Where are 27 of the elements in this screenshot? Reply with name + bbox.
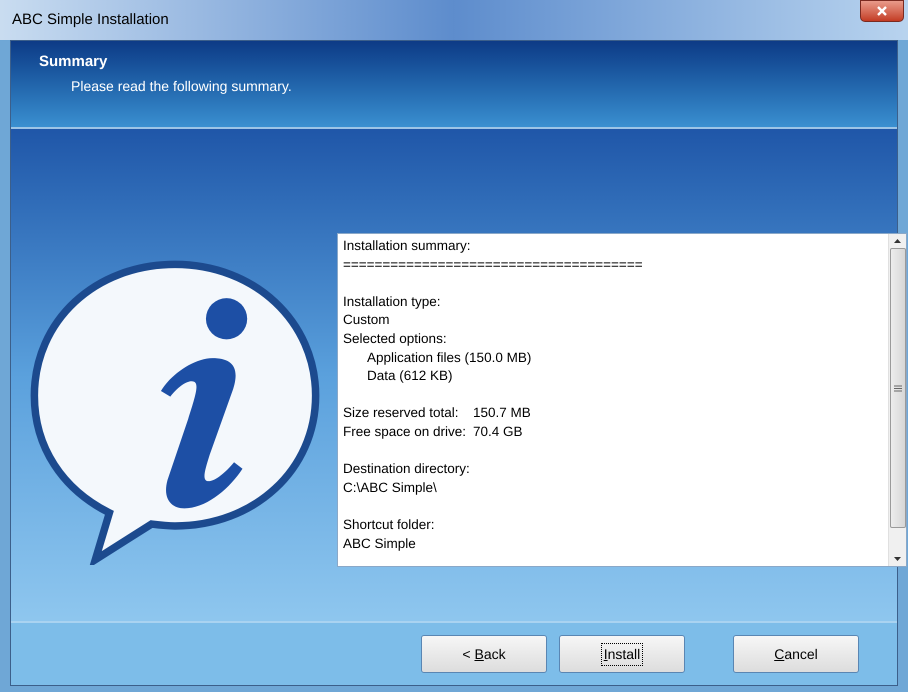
scrollbar[interactable]: [888, 234, 906, 566]
dialog-button[interactable]: Install: [559, 635, 685, 673]
close-button[interactable]: [860, 0, 904, 22]
summary-line: Installation summary:: [343, 238, 471, 253]
summary-textbox[interactable]: [337, 233, 907, 567]
summary-label: Size reserved total:: [343, 404, 460, 422]
scrollbar-thumb[interactable]: [890, 248, 906, 528]
summary-line: Application files (150.0 MB): [366, 350, 532, 365]
summary-line: Custom: [343, 312, 390, 328]
close-icon: [877, 6, 887, 16]
summary-value: 150.7 MB: [473, 404, 531, 422]
summary-label: Free space on drive:: [343, 422, 468, 441]
summary-line: Data (612 KB): [366, 368, 453, 384]
window-title: ABC Simple Installation: [12, 10, 169, 30]
grip-icon: [894, 384, 902, 392]
summary-line: Installation type:: [343, 294, 441, 309]
dialog-button[interactable]: Cancel: [733, 635, 859, 673]
header-subtitle: Please read the following summary.: [70, 76, 293, 96]
summary-value: 70.4 GB: [473, 422, 523, 441]
header-title: Summary: [39, 52, 108, 72]
summary-line: ======================================: [343, 256, 643, 272]
dialog-button[interactable]: < Back: [421, 635, 547, 673]
summary-line: Destination directory:: [343, 461, 470, 476]
summary-line: Selected options:: [343, 330, 447, 346]
summary-line: ABC Simple: [343, 536, 416, 550]
summary-line: Shortcut folder:: [343, 516, 435, 532]
summary-line: C:\ABC Simple\: [343, 480, 437, 495]
